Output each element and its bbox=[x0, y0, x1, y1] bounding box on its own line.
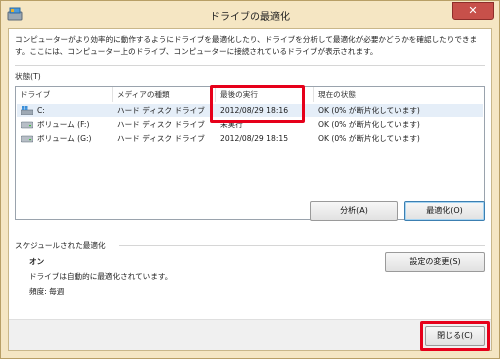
optimize-button[interactable]: 最適化(O) bbox=[404, 201, 485, 221]
schedule-state: オン bbox=[29, 257, 45, 266]
drive-last-run: 2012/08/29 18:15 bbox=[220, 134, 289, 143]
drive-name: ボリューム (F:) bbox=[37, 120, 90, 129]
analyze-button[interactable]: 分析(A) bbox=[310, 201, 398, 221]
highlight-last-run bbox=[210, 85, 305, 123]
column-header-media-type[interactable]: メディアの種類 bbox=[113, 87, 216, 102]
status-label: 状態(T) bbox=[15, 72, 41, 81]
change-settings-button[interactable]: 設定の変更(S) bbox=[385, 252, 485, 272]
separator bbox=[15, 65, 485, 66]
description-text: コンピューターがより効率的に動作するようにドライブを最適化したり、ドライブを分析… bbox=[15, 35, 478, 56]
title-bar[interactable]: ドライブの最適化 ✕ bbox=[1, 1, 499, 28]
window-title: ドライブの最適化 bbox=[210, 12, 290, 23]
window-close-icon[interactable]: ✕ bbox=[452, 2, 494, 20]
hard-drive-icon bbox=[21, 121, 33, 129]
drive-row[interactable]: ボリューム (G:) ハード ディスク ドライブ 2012/08/29 18:1… bbox=[17, 132, 483, 145]
client-area: コンピューターがより効率的に動作するようにドライブを最適化したり、ドライブを分析… bbox=[8, 28, 492, 351]
drive-media-type: ハード ディスク ドライブ bbox=[117, 106, 205, 115]
schedule-header: スケジュールされた最適化 bbox=[15, 241, 106, 250]
column-header-current-status[interactable]: 現在の状態 bbox=[314, 87, 484, 102]
highlight-close bbox=[420, 321, 490, 351]
separator bbox=[119, 245, 485, 246]
column-header-drive[interactable]: ドライブ bbox=[16, 87, 113, 102]
drive-media-type: ハード ディスク ドライブ bbox=[117, 120, 205, 129]
drive-media-type: ハード ディスク ドライブ bbox=[117, 134, 205, 143]
defrag-window: ドライブの最適化 ✕ コンピューターがより効率的に動作するようにドライブを最適化… bbox=[0, 0, 500, 359]
schedule-description: ドライブは自動的に最適化されています。 bbox=[29, 272, 173, 281]
drive-status: OK (0% が断片化しています) bbox=[318, 106, 420, 115]
drive-status: OK (0% が断片化しています) bbox=[318, 120, 420, 129]
drive-name: C: bbox=[37, 106, 45, 115]
schedule-frequency: 頻度: 毎週 bbox=[29, 287, 65, 296]
system-drive-icon bbox=[21, 106, 33, 115]
hard-drive-icon bbox=[21, 135, 33, 143]
dialog-footer: 閉じる(C) bbox=[9, 319, 491, 351]
drive-status: OK (0% が断片化しています) bbox=[318, 134, 420, 143]
drive-name: ボリューム (G:) bbox=[37, 134, 92, 143]
